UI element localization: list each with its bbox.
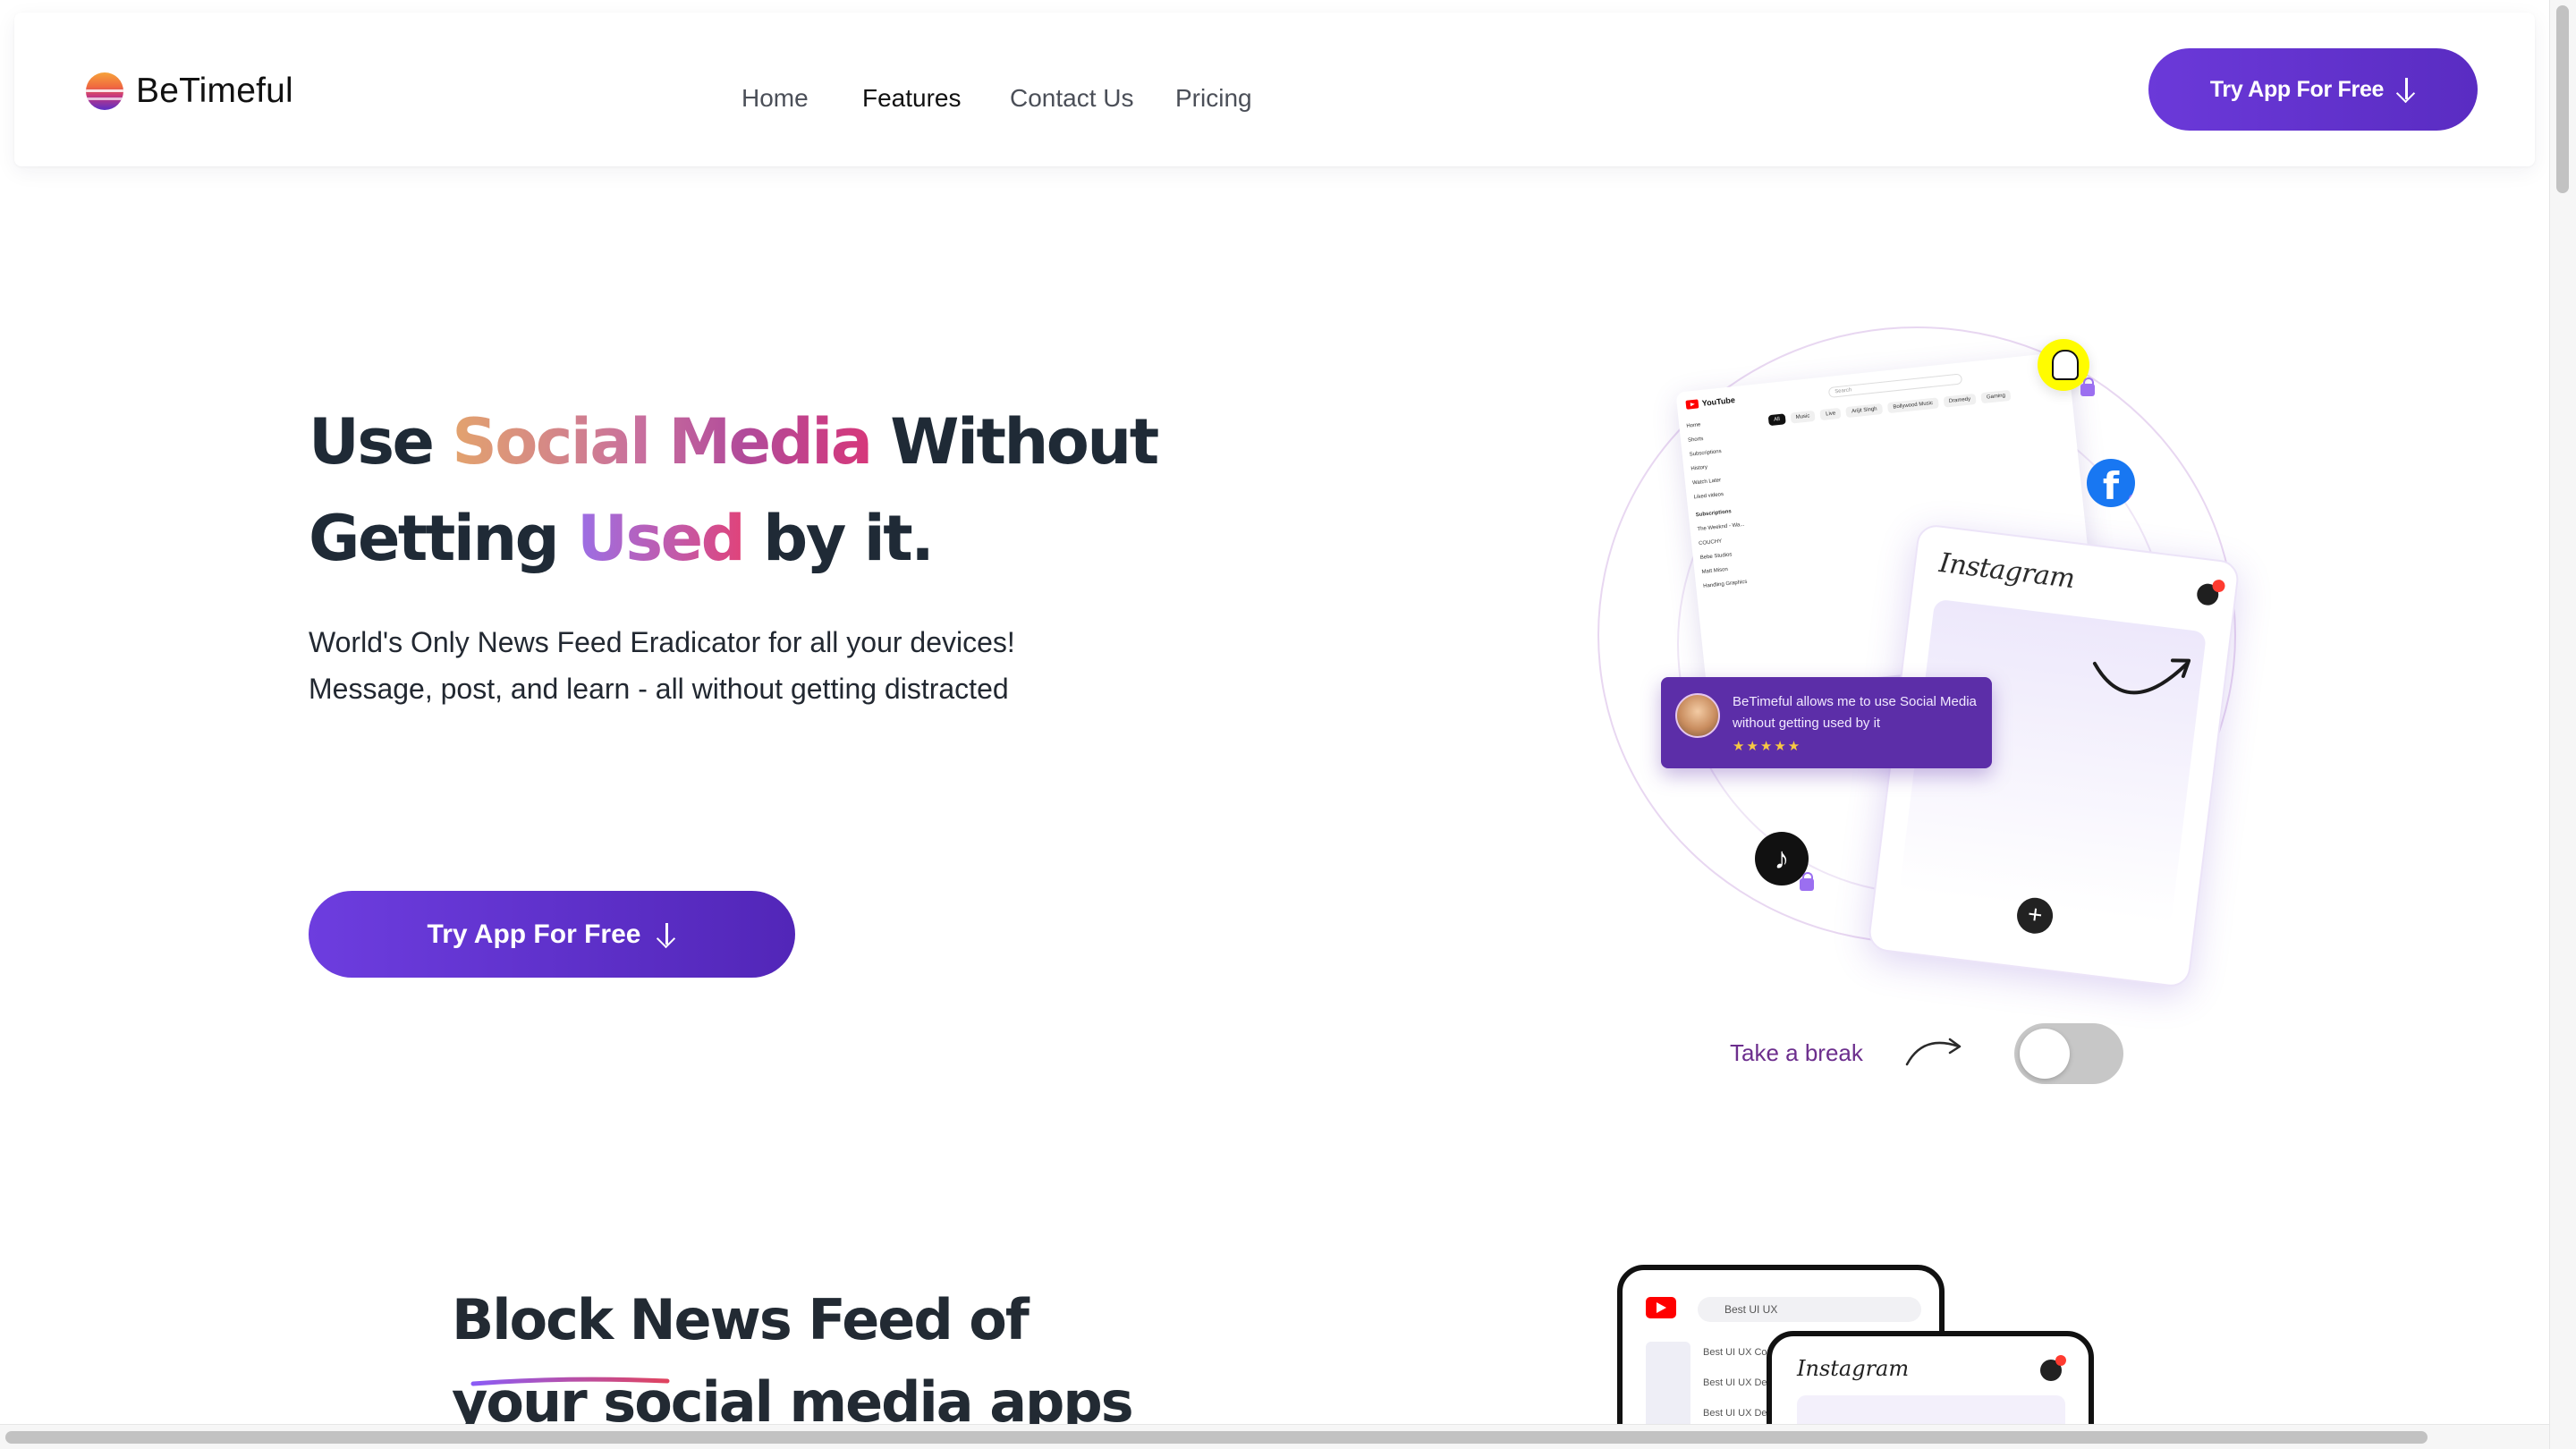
hero-subtitle-line: Message, post, and learn - all without g… [309,673,1009,705]
hero-title-highlight: Social Media [452,405,873,479]
youtube-side-item: The Weeknd - Wa... [1697,521,1745,533]
youtube-side-item: Home [1686,422,1701,429]
hero-subtitle: World's Only News Feed Eradicator for al… [309,619,1015,712]
sunset-logo-icon [86,72,123,110]
hero-illustration: YouTube Search All Music Live Arijit Sin… [1583,318,2254,989]
youtube-icon [1646,1297,1676,1318]
youtube-chip: Dramedy [1943,393,1977,408]
vertical-scrollbar[interactable] [2549,0,2576,1449]
hero-subtitle-line: World's Only News Feed Eradicator for al… [309,626,1015,658]
avatar [1675,693,1720,738]
youtube-side-item: COUCHY [1698,538,1723,547]
youtube-side-item: Bebe Studios [1699,552,1733,562]
hero-title-text: Getting [309,502,578,575]
header-try-app-button[interactable]: Try App For Free [2148,48,2478,131]
youtube-result-row: Best UI UX De... [1703,1377,1775,1388]
youtube-side-item: Handling Graphics [1702,579,1748,589]
section-title: Block News Feed of your social media app… [452,1279,1134,1444]
youtube-chip: Arijit Singh [1845,402,1884,419]
hero-title: Use Social Media Without Getting Used by… [309,394,1159,587]
youtube-side-item: Liked videos [1693,491,1724,501]
star-rating: ★★★★★ [1733,739,1802,754]
curved-arrow-icon [2092,658,2191,695]
youtube-wordmark: YouTube [1701,395,1736,408]
lock-icon [2126,494,2135,507]
hero-title-highlight: Used [577,502,746,575]
header-try-app-label: Try App For Free [2209,76,2385,102]
arrow-down-icon [2396,78,2416,101]
arrow-down-icon [657,922,676,946]
hero-try-app-label: Try App For Free [427,919,641,949]
tiktok-icon: ♪ [1755,832,1814,891]
youtube-chip: Music [1790,410,1816,424]
youtube-result-row: Best UI UX De... [1703,1408,1775,1419]
section-title-line: Block News Feed of [452,1287,1030,1352]
nav-features[interactable]: Features [862,84,962,113]
youtube-chip: Live [1819,407,1842,421]
youtube-logo: YouTube [1685,395,1735,410]
youtube-chip: Bollywood Music [1886,397,1939,414]
youtube-chip: Gaming [1980,389,2012,404]
messenger-icon [2195,582,2220,607]
vertical-scrollbar-thumb[interactable] [2556,5,2569,193]
hero-title-text: Use [309,405,453,479]
nav-pricing[interactable]: Pricing [1175,84,1252,113]
youtube-side-item: Shorts [1687,436,1704,444]
youtube-side-item: History [1690,464,1708,472]
take-a-break-toggle[interactable] [2014,1023,2123,1084]
horizontal-scrollbar-thumb[interactable] [5,1431,2428,1444]
snapchat-icon [2038,339,2095,396]
youtube-sidebar-mock: Home Shorts Subscriptions History Watch … [1686,417,1775,598]
nav-home[interactable]: Home [741,84,809,113]
youtube-search-mock: Best UI UX [1698,1297,1921,1322]
youtube-side-item: Subscriptions [1689,448,1722,458]
youtube-side-item: Matt Mison [1701,566,1729,575]
lock-icon [1800,872,1814,891]
instagram-wordmark: Instagram [1937,547,2077,596]
youtube-side-heading: Subscriptions [1695,509,1733,519]
brand-link[interactable]: BeTimeful [86,66,293,116]
lock-icon [2080,377,2095,396]
facebook-icon: f [2087,459,2135,507]
youtube-search-mock: Search [1827,373,1963,399]
testimonial-card: BeTimeful allows me to use Social Media … [1661,677,1992,768]
youtube-icon [1685,399,1699,410]
hero-try-app-button[interactable]: Try App For Free [309,891,795,978]
youtube-side-item: Watch Later [1691,478,1722,487]
nav-contact-us[interactable]: Contact Us [1010,84,1134,113]
testimonial-text: BeTimeful allows me to use Social Media … [1733,694,1977,731]
curved-arrow-icon [1905,1038,1962,1066]
take-a-break-label: Take a break [1730,1039,1863,1066]
instagram-wordmark: Instagram [1797,1356,1910,1381]
underline-decoration [470,1377,670,1386]
site-header: BeTimeful Home Features Contact Us Prici… [14,13,2535,166]
brand-name: BeTimeful [136,72,293,110]
toggle-knob [2020,1029,2070,1079]
youtube-chip: All [1767,413,1786,427]
messenger-icon [2040,1355,2066,1381]
hero-title-text: by it. [743,502,935,575]
hero-title-text: Without [870,405,1159,479]
youtube-chips: All Music Live Arijit Singh Bollywood Mu… [1767,389,2012,427]
